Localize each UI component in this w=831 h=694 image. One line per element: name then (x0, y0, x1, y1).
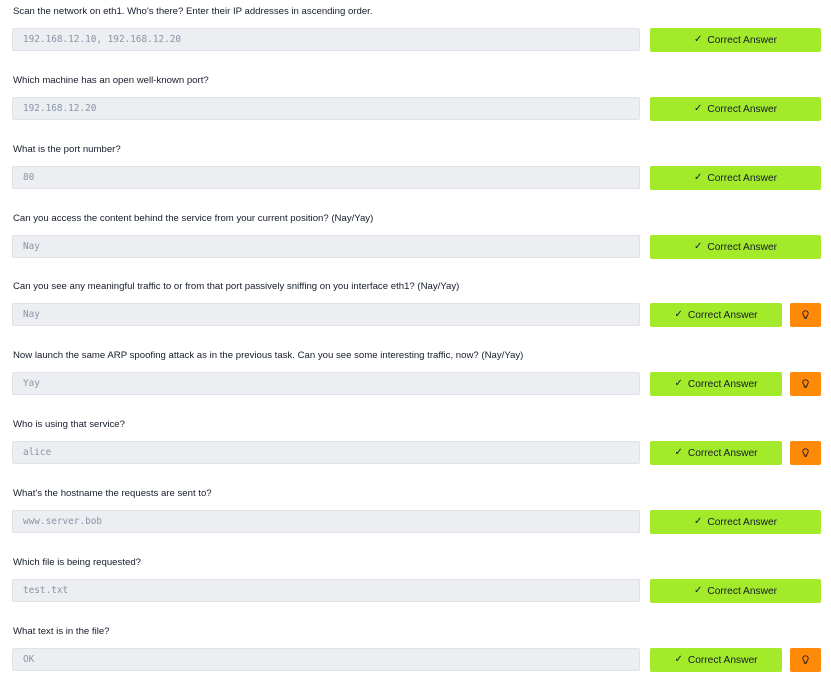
question-item-5: Can you see any meaningful traffic to or… (0, 280, 831, 349)
check-icon: ✓ (693, 103, 703, 114)
correct-answer-button[interactable]: ✓ Correct Answer (650, 648, 782, 672)
question-item-10: What text is in the file? ✓ Correct Answ… (0, 625, 831, 694)
check-icon: ✓ (674, 447, 683, 458)
correct-answer-label: Correct Answer (707, 34, 778, 46)
lightbulb-icon (802, 448, 809, 457)
hint-button[interactable] (790, 648, 821, 672)
correct-answer-label: Correct Answer (707, 516, 778, 528)
correct-answer-button[interactable]: ✓ Correct Answer (650, 510, 821, 534)
correct-answer-button[interactable]: ✓ Correct Answer (650, 97, 821, 121)
correct-answer-label: Correct Answer (707, 172, 778, 184)
question-text: Scan the network on eth1. Who's there? E… (13, 6, 373, 17)
answer-field[interactable] (12, 235, 640, 258)
answer-field[interactable] (12, 579, 640, 602)
answer-field[interactable] (12, 372, 640, 395)
question-item-9: Which file is being requested? ✓ Correct… (0, 556, 831, 625)
correct-answer-label: Correct Answer (687, 309, 758, 321)
question-text: Can you access the content behind the se… (13, 213, 374, 224)
correct-answer-button[interactable]: ✓ Correct Answer (650, 372, 782, 396)
correct-answer-button[interactable]: ✓ Correct Answer (650, 579, 821, 603)
check-icon: ✓ (693, 585, 703, 596)
answer-field[interactable] (12, 510, 640, 533)
correct-answer-button[interactable]: ✓ Correct Answer (650, 303, 782, 327)
correct-answer-button[interactable]: ✓ Correct Answer (650, 441, 782, 465)
answer-field[interactable] (12, 303, 640, 326)
answer-field[interactable] (12, 166, 640, 189)
check-icon: ✓ (693, 241, 703, 252)
correct-answer-button[interactable]: ✓ Correct Answer (650, 235, 821, 259)
question-item-4: Can you access the content behind the se… (0, 212, 831, 281)
question-item-1: Scan the network on eth1. Who's there? E… (0, 5, 831, 74)
lightbulb-icon (802, 310, 809, 319)
question-item-8: What's the hostname the requests are sen… (0, 487, 831, 556)
correct-answer-button[interactable]: ✓ Correct Answer (650, 166, 821, 190)
correct-answer-label: Correct Answer (707, 585, 778, 597)
answer-field[interactable] (12, 97, 640, 120)
question-item-7: Who is using that service? ✓ Correct Ans… (0, 418, 831, 487)
check-icon: ✓ (693, 34, 703, 45)
hint-button[interactable] (790, 303, 821, 327)
question-text: Who is using that service? (13, 419, 125, 430)
question-item-3: What is the port number? ✓ Correct Answe… (0, 143, 831, 212)
check-icon: ✓ (693, 516, 703, 527)
answer-field[interactable] (12, 28, 640, 51)
check-icon: ✓ (674, 309, 683, 320)
question-text: What is the port number? (13, 144, 121, 155)
question-item-2: Which machine has an open well-known por… (0, 74, 831, 143)
question-text: Now launch the same ARP spoofing attack … (13, 350, 524, 361)
lightbulb-icon (802, 379, 809, 388)
check-icon: ✓ (674, 654, 683, 665)
correct-answer-button[interactable]: ✓ Correct Answer (650, 28, 821, 52)
answer-field[interactable] (12, 648, 640, 671)
correct-answer-label: Correct Answer (687, 654, 758, 666)
correct-answer-label: Correct Answer (687, 378, 758, 390)
question-list: Scan the network on eth1. Who's there? E… (0, 0, 831, 682)
check-icon: ✓ (693, 172, 703, 183)
check-icon: ✓ (674, 378, 683, 389)
answer-field[interactable] (12, 441, 640, 464)
lightbulb-icon (802, 655, 809, 664)
question-text: What text is in the file? (13, 626, 110, 637)
question-text: Which file is being requested? (13, 557, 141, 568)
question-text: What's the hostname the requests are sen… (13, 488, 212, 499)
hint-button[interactable] (790, 441, 821, 465)
correct-answer-label: Correct Answer (687, 447, 758, 459)
question-item-6: Now launch the same ARP spoofing attack … (0, 349, 831, 418)
hint-button[interactable] (790, 372, 821, 396)
correct-answer-label: Correct Answer (707, 103, 778, 115)
correct-answer-label: Correct Answer (707, 241, 778, 253)
question-text: Which machine has an open well-known por… (13, 75, 209, 86)
question-text: Can you see any meaningful traffic to or… (13, 281, 460, 292)
